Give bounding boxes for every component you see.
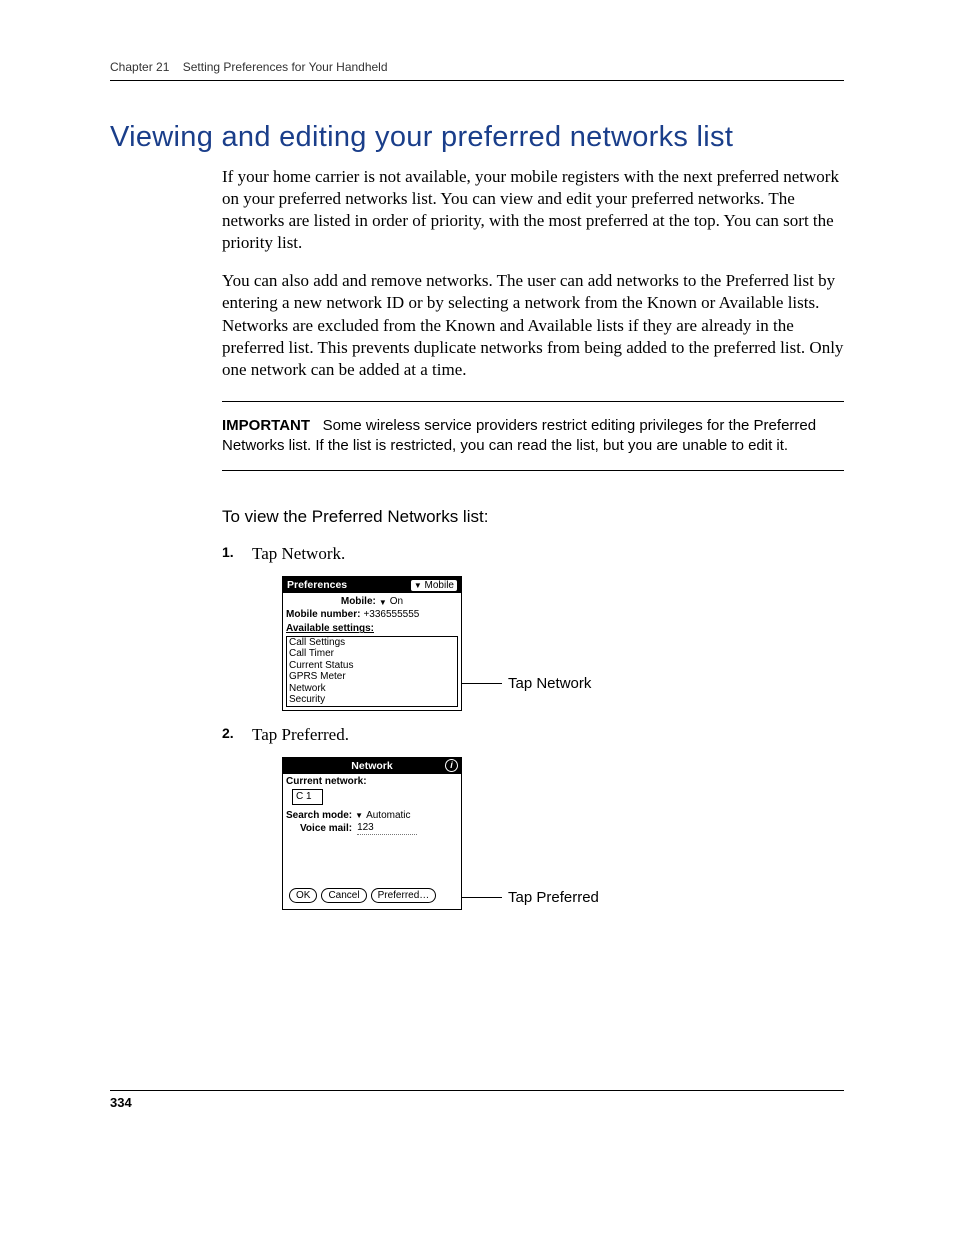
- settings-list: Call Settings Call Timer Current Status …: [286, 636, 458, 707]
- chapter-label: Chapter 21: [110, 60, 169, 74]
- paragraph-2: You can also add and remove networks. Th…: [222, 270, 844, 380]
- important-note: IMPORTANT Some wireless service provider…: [222, 401, 844, 472]
- procedure-title: To view the Preferred Networks list:: [222, 507, 844, 527]
- chevron-down-icon[interactable]: ▼: [379, 598, 387, 607]
- screen2-title: Network: [351, 760, 392, 772]
- info-icon[interactable]: i: [445, 759, 458, 772]
- section-heading: Viewing and editing your preferred netwo…: [110, 121, 844, 154]
- network-screen: Network i Current network: C 1 Search mo…: [282, 757, 462, 910]
- ok-button[interactable]: OK: [289, 888, 317, 903]
- list-item-network[interactable]: Network: [289, 683, 455, 695]
- preferences-screen: Preferences ▼ Mobile Mobile: ▼ On: [282, 576, 462, 711]
- screen2-titlebar: Network i: [283, 758, 461, 774]
- list-item[interactable]: Current Status: [289, 660, 455, 672]
- callout-tap-network: Tap Network: [508, 675, 591, 692]
- cancel-button[interactable]: Cancel: [321, 888, 366, 903]
- search-mode-value[interactable]: Automatic: [366, 810, 410, 822]
- list-item[interactable]: Call Settings: [289, 637, 455, 649]
- current-network-label: Current network:: [286, 776, 458, 788]
- chevron-down-icon[interactable]: ▼: [355, 811, 363, 820]
- screen1-title: Preferences: [287, 579, 347, 591]
- voicemail-label: Voice mail:: [300, 823, 352, 835]
- list-item[interactable]: GPRS Meter: [289, 671, 455, 683]
- mobile-value[interactable]: On: [390, 596, 403, 608]
- running-header: Chapter 21 Setting Preferences for Your …: [110, 60, 844, 81]
- callout-tap-preferred: Tap Preferred: [508, 889, 599, 906]
- page-number: 334: [110, 1090, 844, 1110]
- screen1-category-dropdown[interactable]: ▼ Mobile: [411, 580, 457, 592]
- callout-line: [462, 897, 502, 898]
- mobile-label: Mobile:: [341, 596, 376, 608]
- important-text: Some wireless service providers restrict…: [222, 417, 816, 454]
- screen1-category-value: Mobile: [425, 580, 454, 591]
- callout-line: [462, 683, 502, 684]
- chapter-title: Setting Preferences for Your Handheld: [183, 60, 388, 74]
- search-mode-label: Search mode:: [286, 810, 352, 822]
- preferred-button[interactable]: Preferred…: [371, 888, 437, 903]
- mobile-number-label: Mobile number:: [286, 609, 360, 621]
- list-item[interactable]: Call Timer: [289, 648, 455, 660]
- current-network-value[interactable]: C 1: [292, 789, 323, 805]
- step-2-text: Tap Preferred.: [252, 725, 349, 744]
- step-1-text: Tap Network.: [252, 544, 345, 563]
- screen1-titlebar: Preferences ▼ Mobile: [283, 577, 461, 593]
- list-item[interactable]: Security: [289, 694, 455, 706]
- important-label: IMPORTANT: [222, 417, 310, 434]
- available-settings-label: Available settings:: [286, 623, 458, 635]
- mobile-number-value: +336555555: [363, 609, 419, 621]
- voicemail-input[interactable]: 123: [357, 822, 417, 835]
- paragraph-1: If your home carrier is not available, y…: [222, 166, 844, 254]
- chevron-down-icon: ▼: [414, 581, 422, 590]
